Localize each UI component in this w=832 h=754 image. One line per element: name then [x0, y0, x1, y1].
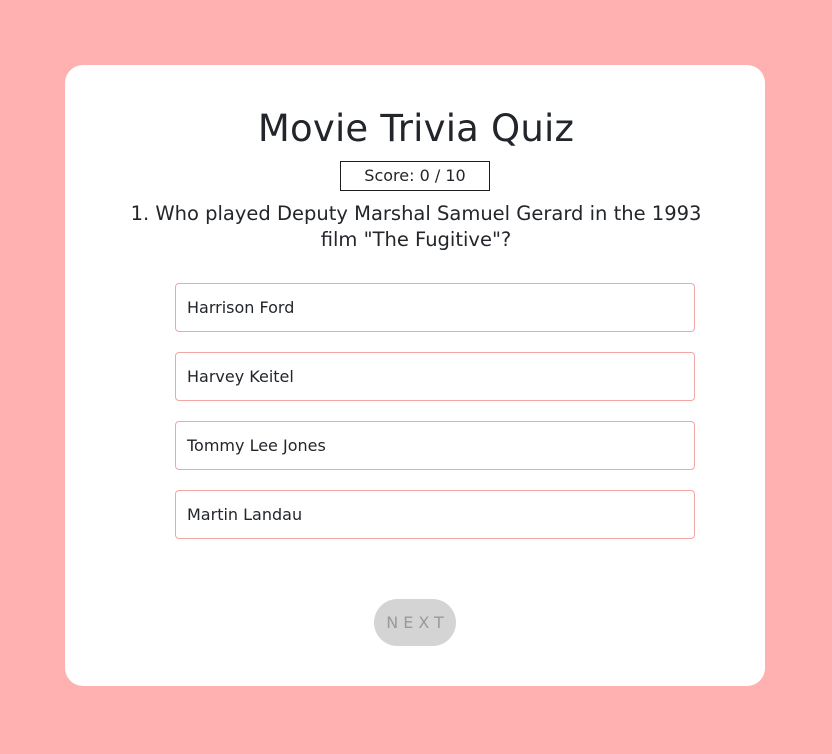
score-display: Score: 0 / 10: [340, 161, 490, 191]
answer-list: Harrison Ford Harvey Keitel Tommy Lee Jo…: [175, 283, 695, 559]
quiz-title: Movie Trivia Quiz: [257, 107, 575, 150]
answer-option-harvey-keitel[interactable]: Harvey Keitel: [175, 352, 695, 401]
answer-option-martin-landau[interactable]: Martin Landau: [175, 490, 695, 539]
answer-option-harrison-ford[interactable]: Harrison Ford: [175, 283, 695, 332]
next-button[interactable]: NEXT: [374, 599, 456, 646]
answer-option-tommy-lee-jones[interactable]: Tommy Lee Jones: [175, 421, 695, 470]
question-text: 1. Who played Deputy Marshal Samuel Gera…: [130, 202, 702, 251]
